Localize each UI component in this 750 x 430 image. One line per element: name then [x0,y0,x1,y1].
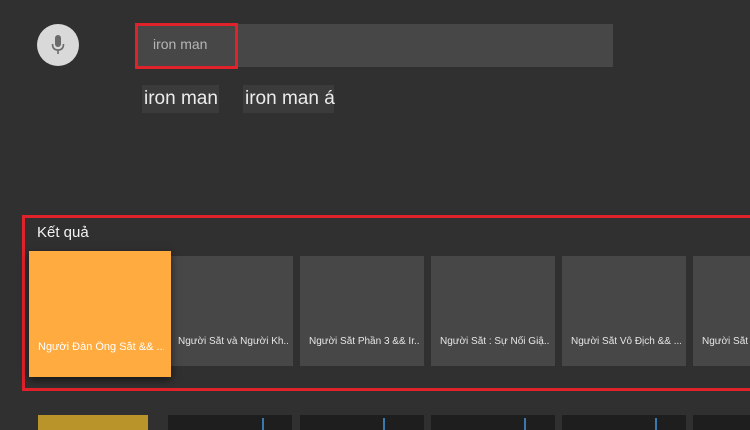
voice-search-button[interactable] [37,24,79,66]
result-card-title: Người Sắt Vô Địch && ... [571,336,681,347]
result-card-title: Người Đàn Ông Sắt && ... [38,341,164,353]
result-card-title: Người Sắt : Sự Nổi Giậ... [440,336,550,347]
results-heading: Kết quả [37,224,89,241]
thumbnail-accent-line [524,418,526,430]
thumbnail-accent-line [655,418,657,430]
result-card[interactable]: Người Sắt Phần 3 && Ir... [300,256,424,366]
thumbnail-accent-line [383,418,385,430]
result-card[interactable]: Người Sắt : Sự Nổi Giậ... [431,256,555,366]
result-card[interactable]: Người Đàn Ông Sắt && ... [29,251,171,377]
suggestion-chip[interactable]: iron man á [243,85,335,113]
result-card[interactable]: Người Sắt Vô Địch && ... [562,256,686,366]
next-row-thumbnail[interactable] [38,415,148,430]
next-row-thumbnail[interactable] [168,415,292,430]
mic-icon [51,35,65,54]
next-row-thumbnail[interactable] [562,415,686,430]
next-row-thumbnail[interactable] [693,415,750,430]
suggestion-chip[interactable]: iron man [142,85,219,113]
result-card-title: Người Sắt và Người Kh... [178,336,288,347]
next-row-thumbnail[interactable] [300,415,424,430]
result-card[interactable]: Người Sắt && ... [693,256,750,366]
thumbnail-accent-line [262,418,264,430]
result-card-title: Người Sắt Phần 3 && Ir... [309,336,419,347]
next-row-thumbnail[interactable] [431,415,555,430]
result-card-title: Người Sắt && ... [702,336,750,347]
result-card[interactable]: Người Sắt và Người Kh... [169,256,293,366]
search-highlight-box [135,23,238,69]
tv-search-screen: iron man iron man iron man á Kết quả Ngư… [0,0,750,430]
